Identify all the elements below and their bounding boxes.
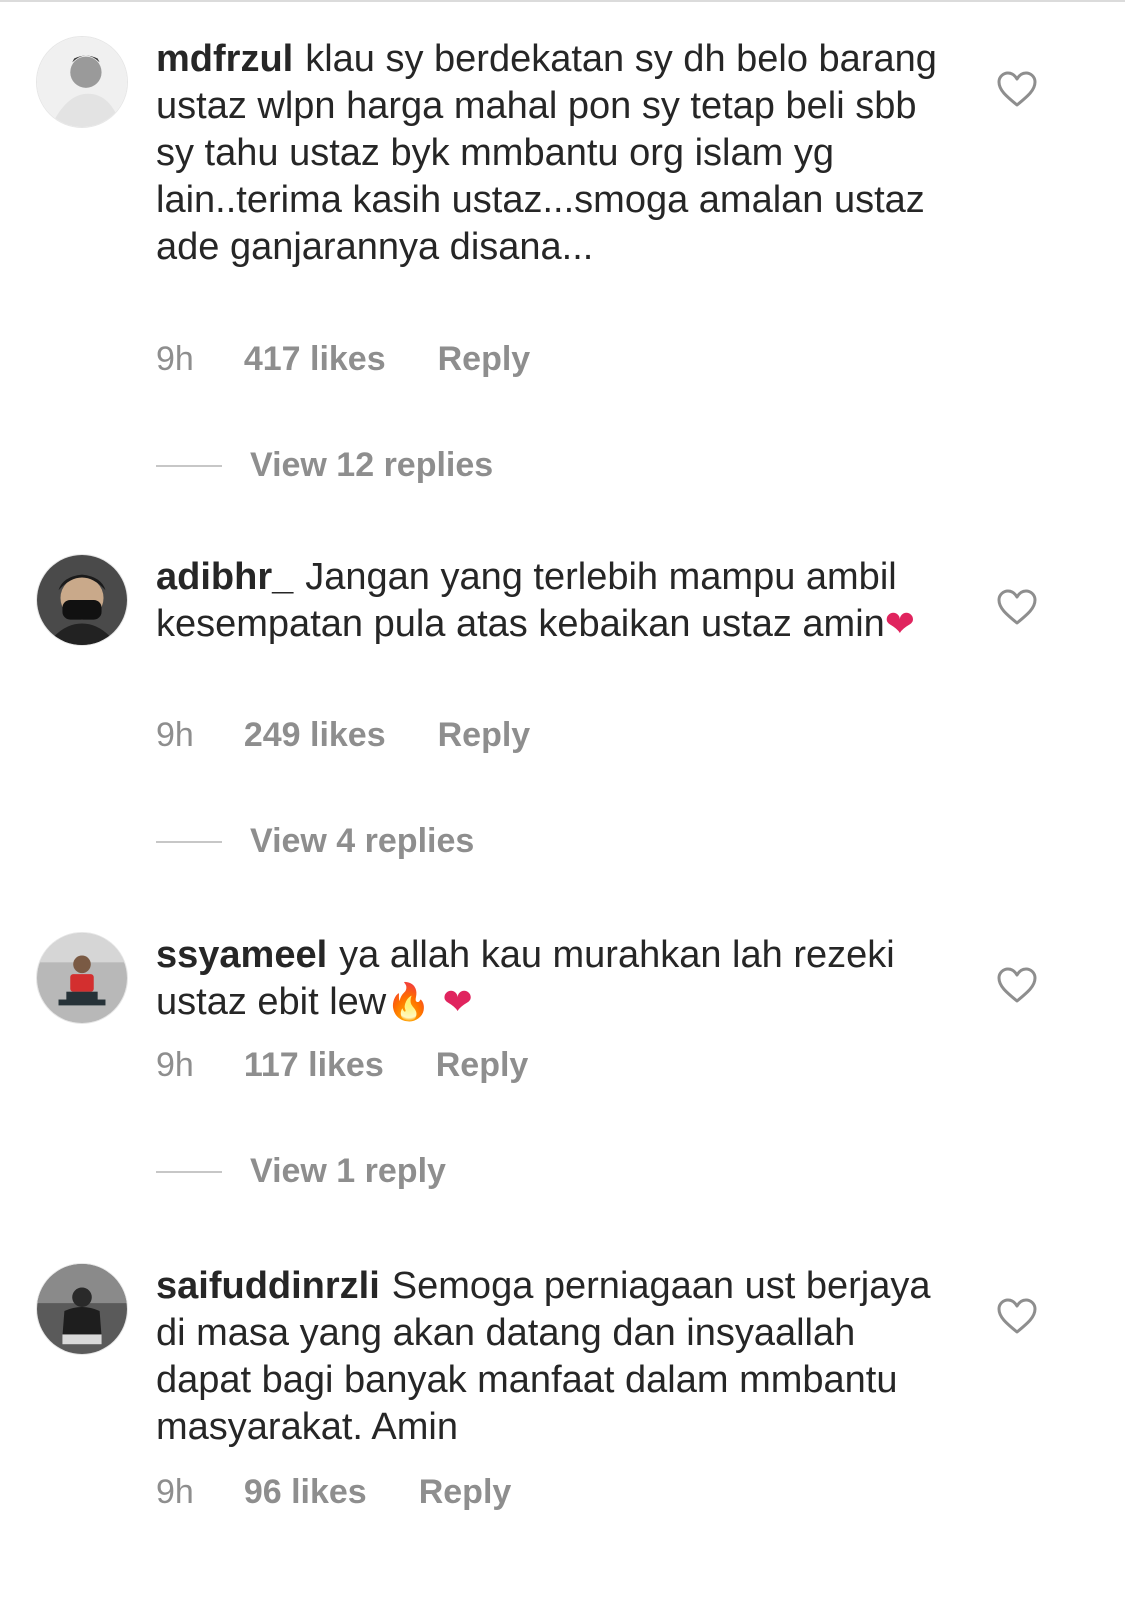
comment-text: saifuddinrzli Semoga perniagaan ust berja… xyxy=(156,1263,956,1451)
reply-button[interactable]: Reply xyxy=(438,340,531,379)
comment-time: 9h xyxy=(156,1046,194,1084)
heart-outline-icon xyxy=(997,71,1037,107)
comment-meta: 9h 417 likes Reply xyxy=(156,340,530,379)
comment-likes[interactable]: 417 likes xyxy=(244,340,386,379)
like-button[interactable] xyxy=(996,966,1038,1004)
view-replies-button[interactable]: View 4 replies xyxy=(156,822,474,861)
view-replies-label: View 1 reply xyxy=(250,1152,446,1190)
comment-text: ssyameel ya allah kau murahkan lah rezeki… xyxy=(156,932,956,1026)
avatar[interactable] xyxy=(36,554,128,646)
comment-meta: 9h 249 likes Reply xyxy=(156,716,530,755)
like-button[interactable] xyxy=(996,588,1038,626)
reply-button[interactable]: Reply xyxy=(436,1046,529,1085)
replies-line xyxy=(156,464,222,467)
top-divider xyxy=(0,0,1125,2)
comment-meta: 9h 117 likes Reply xyxy=(156,1046,528,1085)
comment-username[interactable]: ssyameel xyxy=(156,934,327,976)
view-replies-label: View 12 replies xyxy=(250,446,494,484)
comment-likes[interactable]: 249 likes xyxy=(244,716,386,755)
comment-text: adibhr_ Jangan yang terlebih mampu ambil … xyxy=(156,554,956,648)
view-replies-label: View 4 replies xyxy=(250,822,475,860)
comment-time: 9h xyxy=(156,716,194,754)
heart-emoji: ❤ xyxy=(884,604,915,645)
comment-username[interactable]: mdfrzul xyxy=(156,38,293,80)
avatar[interactable] xyxy=(36,36,128,128)
like-button[interactable] xyxy=(996,1297,1038,1335)
heart-outline-icon xyxy=(997,1298,1037,1334)
heart-outline-icon xyxy=(997,967,1037,1003)
replies-line xyxy=(156,1170,222,1173)
reply-button[interactable]: Reply xyxy=(438,716,531,755)
fire-emoji: 🔥 xyxy=(386,982,432,1023)
comment-time: 9h xyxy=(156,340,194,378)
avatar[interactable] xyxy=(36,932,128,1024)
comment-meta: 9h 96 likes Reply xyxy=(156,1473,511,1512)
comment-username[interactable]: saifuddinrzli xyxy=(156,1265,380,1307)
view-replies-button[interactable]: View 1 reply xyxy=(156,1152,446,1191)
comment-time: 9h xyxy=(156,1473,194,1511)
comment-likes[interactable]: 96 likes xyxy=(244,1473,367,1512)
avatar[interactable] xyxy=(36,1263,128,1355)
heart-emoji: ❤ xyxy=(431,982,473,1023)
like-button[interactable] xyxy=(996,70,1038,108)
comment-likes[interactable]: 117 likes xyxy=(244,1046,384,1085)
replies-line xyxy=(156,840,222,843)
view-replies-button[interactable]: View 12 replies xyxy=(156,446,493,485)
heart-outline-icon xyxy=(997,589,1037,625)
reply-button[interactable]: Reply xyxy=(419,1473,512,1512)
comment-username[interactable]: adibhr_ xyxy=(156,556,293,598)
comment-text: mdfrzul klau sy berdekatan sy dh belo bar… xyxy=(156,36,956,271)
